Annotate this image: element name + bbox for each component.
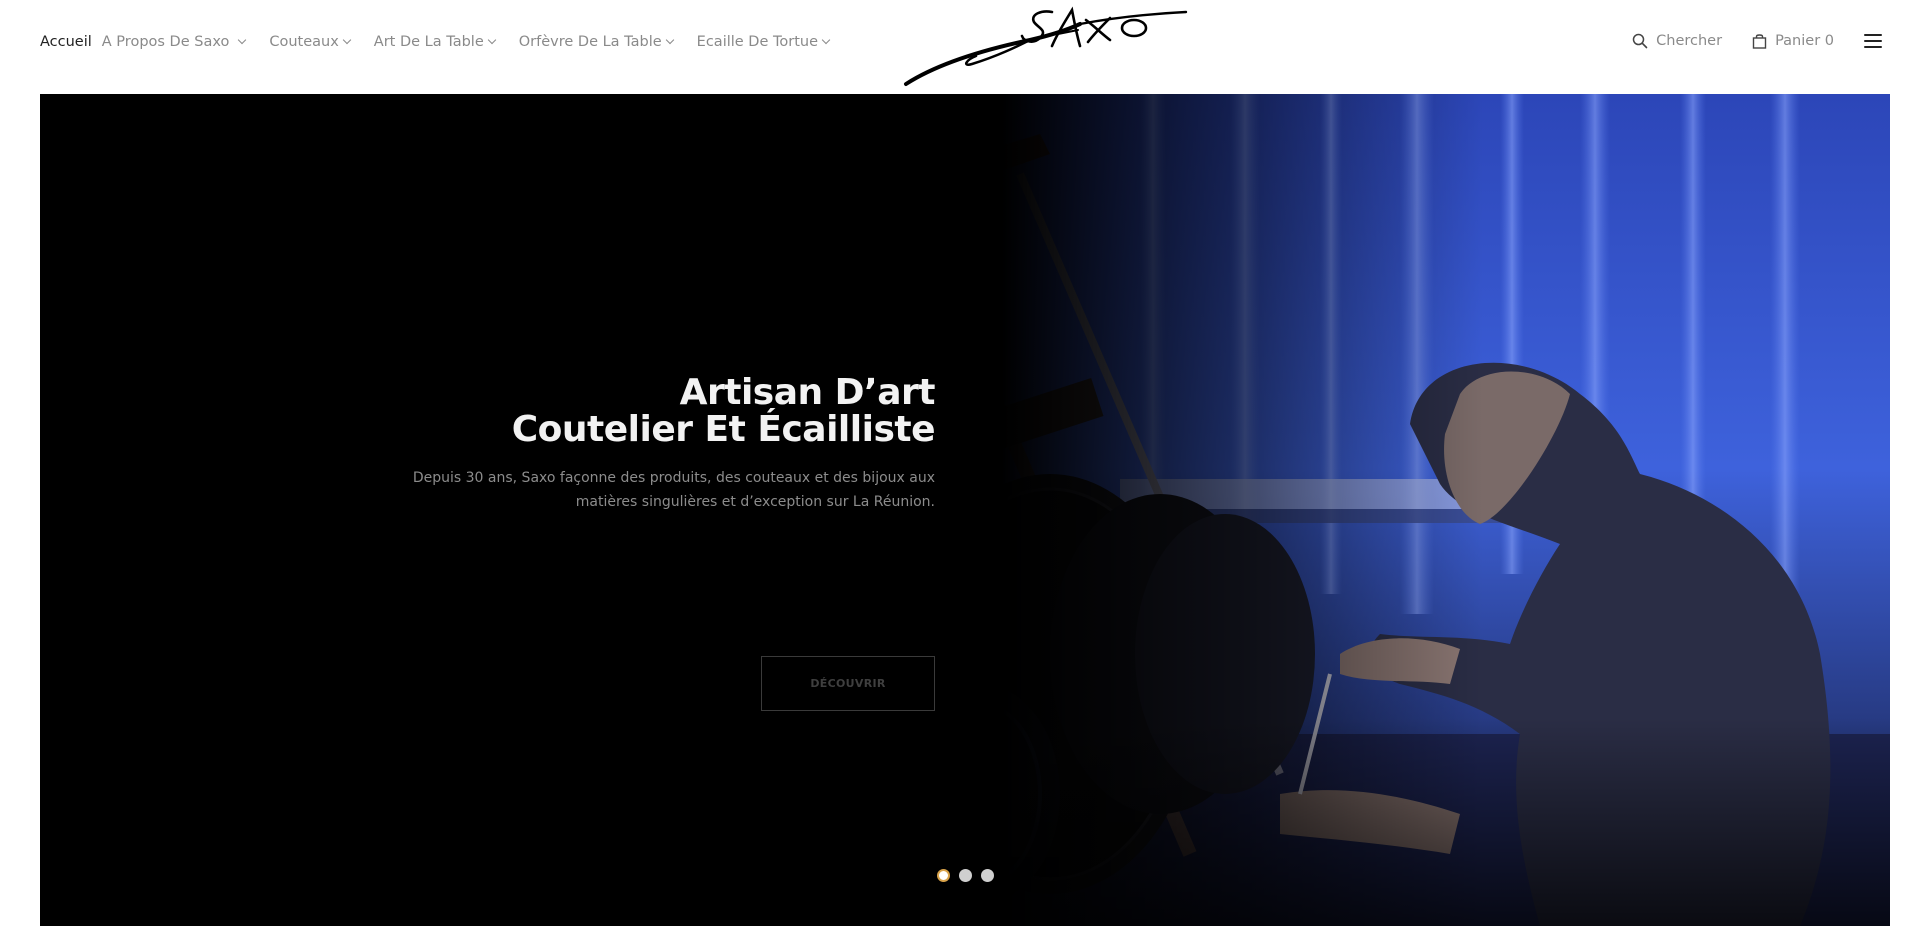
nav-item-label: Ecaille De Tortue bbox=[696, 34, 819, 50]
nav-item-label: A Propos De Saxo bbox=[101, 34, 230, 50]
nav-item-ecaille[interactable]: Ecaille De Tortue bbox=[696, 34, 831, 50]
chevron-down-icon bbox=[487, 35, 496, 45]
decouvrir-button[interactable]: DÉCOUVRIR bbox=[761, 656, 935, 711]
chevron-down-icon bbox=[342, 35, 352, 45]
hero-description: Depuis 30 ans, Saxo façonne des produits… bbox=[375, 466, 935, 514]
nav-item-orfevre[interactable]: Orfèvre De La Table bbox=[518, 34, 674, 50]
shopping-bag-icon bbox=[1752, 34, 1767, 49]
nav-item-label: Couteaux bbox=[269, 34, 339, 50]
nav-item-accueil[interactable]: Accueil bbox=[40, 34, 92, 50]
hamburger-menu-icon[interactable] bbox=[1864, 34, 1882, 48]
hero-description-line: matières singulières et d’exception sur … bbox=[575, 494, 935, 510]
nav-item-couteaux[interactable]: Couteaux bbox=[269, 34, 352, 50]
hero-title-line: Artisan D’art bbox=[679, 372, 936, 413]
saxo-logo-icon bbox=[904, 6, 1188, 86]
slider-dot-2[interactable] bbox=[959, 869, 972, 882]
hero-caption: Artisan D’art Coutelier Et Écailliste De… bbox=[375, 372, 936, 711]
search-button[interactable]: Chercher bbox=[1632, 33, 1722, 49]
chevron-down-icon bbox=[821, 35, 831, 45]
cart-label: Panier 0 bbox=[1775, 33, 1834, 49]
chevron-down-icon bbox=[665, 35, 674, 45]
search-label: Chercher bbox=[1656, 33, 1723, 49]
hero-background-photo bbox=[40, 94, 1890, 926]
cart-button[interactable]: Panier 0 bbox=[1752, 33, 1834, 49]
header-tools: Chercher Panier 0 bbox=[1632, 33, 1882, 49]
main-navigation: Accueil A Propos De Saxo Couteaux Art De… bbox=[40, 34, 853, 50]
slider-pagination bbox=[937, 869, 1003, 882]
nav-item-label: Art De La Table bbox=[373, 34, 484, 50]
saxo-logo[interactable] bbox=[902, 6, 1188, 90]
site-header: Accueil A Propos De Saxo Couteaux Art De… bbox=[0, 0, 1920, 94]
hero-title-line: Coutelier Et Écailliste bbox=[511, 409, 936, 450]
slider-dot-3[interactable] bbox=[981, 869, 994, 882]
slider-dot-1[interactable] bbox=[937, 869, 950, 882]
nav-item-a-propos[interactable]: A Propos De Saxo bbox=[101, 34, 247, 50]
hero-description-line: Depuis 30 ans, Saxo façonne des produits… bbox=[412, 470, 935, 486]
nav-item-art-de-la-table[interactable]: Art De La Table bbox=[373, 34, 496, 50]
hero-title: Artisan D’art Coutelier Et Écailliste bbox=[375, 372, 936, 450]
search-icon bbox=[1632, 33, 1648, 49]
chevron-down-icon bbox=[238, 35, 247, 45]
nav-item-label: Accueil bbox=[40, 34, 92, 50]
hero-slider: Artisan D’art Coutelier Et Écailliste De… bbox=[40, 94, 1890, 926]
nav-item-label: Orfèvre De La Table bbox=[518, 34, 662, 50]
